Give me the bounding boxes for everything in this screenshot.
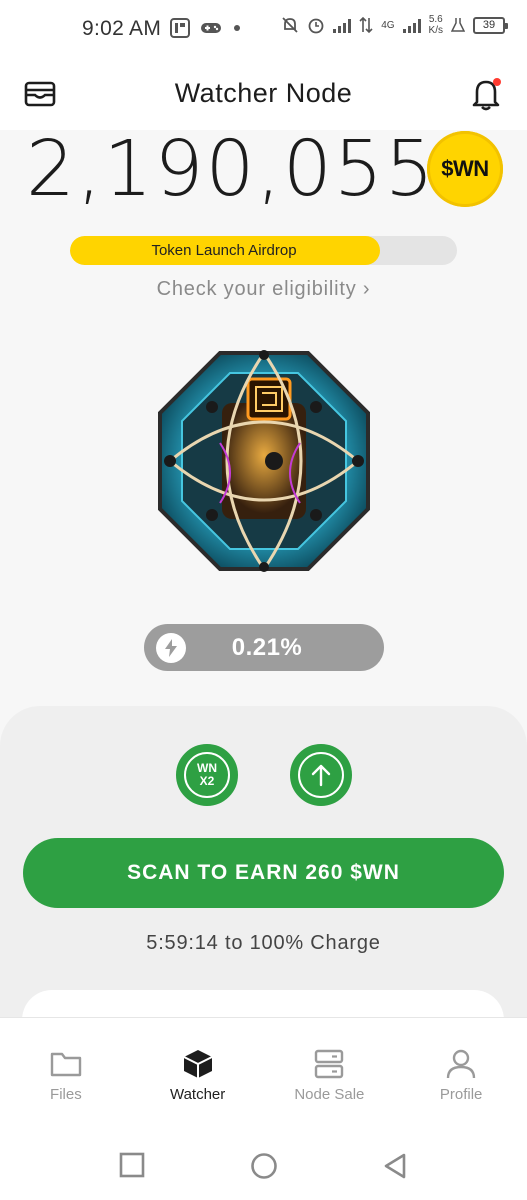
person-icon [446,1049,476,1079]
token-balance: 2,190,055 [26,125,436,214]
nav-label-profile: Profile [439,1086,483,1103]
gamepad-icon [201,23,221,33]
node-orb-illustration [158,350,370,572]
recents-square-icon[interactable] [119,1152,145,1178]
home-circle-icon[interactable] [250,1152,278,1180]
folder-icon [50,1052,82,1077]
nav-label-node-sale: Node Sale [294,1086,365,1103]
server-icon [315,1049,344,1079]
flask-icon [451,18,465,32]
status-bar: 9:02 AM 4G 5.6 K/s 39 [0,0,527,60]
nav-item-node-sale[interactable]: Node Sale [264,1018,396,1130]
net-speed: 5.6 K/s [428,14,443,36]
back-triangle-icon[interactable] [382,1152,408,1180]
nav-item-profile[interactable]: Profile [395,1018,527,1130]
bottom-navigation: Files Watcher Node Sale Profile [0,1017,527,1130]
notifications-button[interactable] [469,76,503,112]
nav-label-watcher: Watcher [169,1086,226,1103]
arrow-up-icon [311,764,331,787]
status-right-icons: 4G 5.6 K/s 39 [281,14,508,36]
app-notification-icon [170,18,190,38]
signal-icon-2 [402,17,421,33]
token-symbol: $WN [441,156,489,181]
nav-item-files[interactable]: Files [0,1018,132,1130]
nav-item-watcher[interactable]: Watcher [132,1018,264,1130]
status-time: 9:02 AM [82,17,162,40]
wn-token-badge: $WN [427,131,503,207]
mute-icon [282,17,298,33]
airdrop-label: Token Launch Airdrop [151,242,297,259]
dot-icon [234,25,240,31]
charge-indicator: 0.21% [144,624,384,671]
charge-percent: 0.21% [231,633,303,661]
status-left-icons [170,18,242,38]
app-header: Watcher Node [0,60,527,130]
upgrade-button[interactable] [290,744,352,806]
check-eligibility-link[interactable]: Check your eligibility › [0,278,527,301]
bolt-icon [156,632,186,663]
data-transfer-icon [359,16,373,34]
alarm-icon [308,18,324,34]
scan-to-earn-button[interactable]: SCAN TO EARN 260 $WN [23,838,504,908]
signal-icon [333,17,352,33]
nav-label-files: Files [50,1086,82,1103]
multiplier-label: WN X2 [197,761,217,788]
watcher-node-image[interactable] [150,343,378,579]
system-navigation-bar [0,1130,527,1200]
battery-icon: 39 [473,16,508,34]
network-type: 4G [381,19,395,31]
cube-icon [183,1050,213,1078]
page-title: Watcher Node [174,78,353,108]
multiplier-boost-button[interactable]: WN X2 [176,744,238,806]
charge-timer: 5:59:14 to 100% Charge [146,932,381,954]
notification-dot [493,78,501,86]
airdrop-progress-bar[interactable]: Token Launch Airdrop [70,236,457,265]
